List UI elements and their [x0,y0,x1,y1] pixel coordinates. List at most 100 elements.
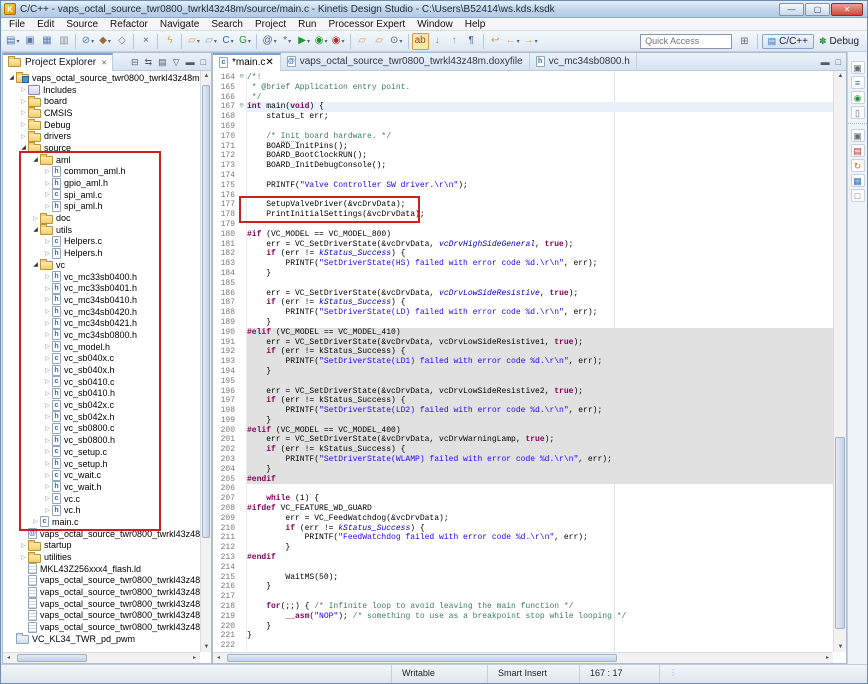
code-line[interactable]: 203 PRINTF("SetDriverState(WLAMP) failed… [213,455,833,465]
toolbar-save-all-button[interactable]: ▦ [38,33,55,50]
tree-item-main-c[interactable]: ▷cmain.c [3,516,200,528]
tree-item-vc-mc34sb0410-h[interactable]: ▷hvc_mc34sb0410.h [3,294,200,306]
code-line[interactable]: 168 status_t err; [213,112,833,122]
menu-edit[interactable]: Edit [31,19,60,30]
expander-icon[interactable]: ◢ [19,144,28,151]
expander-icon[interactable]: ▷ [43,495,52,502]
tree-item-vc-wait-h[interactable]: ▷hvc_wait.h [3,481,200,493]
toolbar-doxygen-button[interactable]: @▾ [260,33,278,50]
code-line[interactable]: 165 * @brief Application entry point. [213,83,833,93]
collapse-all-icon[interactable]: ⊟ [128,57,142,68]
code-line[interactable]: 189 } [213,318,833,328]
toolbar-prev-annotation-button[interactable]: ↑ [446,33,463,50]
code-line[interactable]: 182 if (err != kStatus_Success) { [213,249,833,259]
tree-item-utilities[interactable]: ▷utilities [3,551,200,563]
explorer-horizontal-scrollbar[interactable]: ◂ ▸ [3,652,200,663]
toolbar-back-button[interactable]: ←▾ [504,33,522,50]
menu-source[interactable]: Source [60,19,104,30]
expander-icon[interactable]: ▷ [43,203,52,210]
tree-item-helpers-c[interactable]: ▷cHelpers.c [3,236,200,248]
tree-item-vc-sb0800-c[interactable]: ▷cvc_sb0800.c [3,423,200,435]
tree-item-helpers-h[interactable]: ▷hHelpers.h [3,247,200,259]
toolbar-build-all-button[interactable]: ◇ [113,33,130,50]
maximize-editor-icon[interactable]: □ [833,57,844,67]
expander-icon[interactable]: ▷ [43,437,52,444]
close-icon[interactable]: ✕ [101,59,107,67]
maximize-view-icon[interactable]: □ [198,57,209,67]
expander-icon[interactable]: ▷ [43,378,52,385]
menu-search[interactable]: Search [205,19,249,30]
expander-icon[interactable]: ▷ [43,191,52,198]
code-line[interactable]: 190#elif (VC_MODEL == VC_MODEL_410) [213,328,833,338]
tree-item-vc-sb040x-h[interactable]: ▷hvc_sb040x.h [3,364,200,376]
menu-run[interactable]: Run [292,19,322,30]
toolbar-print-button[interactable]: ▥ [55,33,72,50]
code-line[interactable]: 175 PRINTF("Valve Controller SW driver.\… [213,181,833,191]
code-line[interactable]: 217 [213,592,833,602]
code-line[interactable]: 202 if (err != kStatus_Success) { [213,445,833,455]
tree-item-vc-sb0800-h[interactable]: ▷hvc_sb0800.h [3,434,200,446]
code-line[interactable]: 219 __asm("NOP"); /* something to use as… [213,612,833,622]
dropdown-arrow-icon[interactable]: ▾ [108,38,111,45]
tree-item-vc-sb042x-h[interactable]: ▷hvc_sb042x.h [3,411,200,423]
tree-item-vaps-octal-source-twr0800-twrkl43z48[interactable]: @vaps_octal_source_twr0800_twrkl43z48 [3,528,200,540]
tree-item-debug[interactable]: ▷Debug [3,119,200,131]
code-line[interactable]: 164⊖/*! [213,73,833,83]
code-line[interactable]: 185 [213,279,833,289]
close-button[interactable]: ✕ [831,3,863,16]
code-line[interactable]: 180#if (VC_MODEL == VC_MODEL_800) [213,230,833,240]
dropdown-arrow-icon[interactable]: ▾ [197,38,200,45]
tree-item-vc-c[interactable]: ▷cvc.c [3,493,200,505]
documents-view-icon[interactable]: ▯ [851,106,865,119]
tree-item-vc-mc34sb0800-h[interactable]: ▷hvc_mc34sb0800.h [3,329,200,341]
tab-project-explorer[interactable]: Project Explorer ✕ [3,53,113,71]
code-line[interactable]: 216 } [213,582,833,592]
editor-vertical-scrollbar[interactable]: ▲ ▼ [833,71,846,652]
code-line[interactable]: 188 PRINTF("SetDriverState(LD) failed wi… [213,308,833,318]
code-line[interactable]: 191 err = VC_SetDriverState(&vcDrvData, … [213,338,833,348]
expander-icon[interactable]: ▷ [31,215,40,222]
problems-view-icon[interactable]: ▤ [851,144,865,157]
expander-icon[interactable]: ▷ [43,402,52,409]
tree-item-vc-kl34-twr-pd-pwm[interactable]: VC_KL34_TWR_pd_pwm [3,633,200,645]
code-line[interactable]: 197 if (err != kStatus_Success) { [213,396,833,406]
dropdown-arrow-icon[interactable]: ▾ [517,38,520,45]
expander-icon[interactable]: ▷ [31,518,40,525]
expander-icon[interactable]: ▷ [43,483,52,490]
code-line[interactable]: 186 err = VC_SetDriverState(&vcDrvData, … [213,289,833,299]
expander-icon[interactable]: ▷ [43,238,52,245]
expander-icon[interactable]: ▷ [43,472,52,479]
code-line[interactable]: 213#endif [213,553,833,563]
dropdown-arrow-icon[interactable]: ▾ [288,38,291,45]
code-line[interactable]: 172 BOARD_BootClockRUN(); [213,151,833,161]
tree-item-vc-sb040x-c[interactable]: ▷cvc_sb040x.c [3,353,200,365]
toolbar-search-button[interactable]: ⊙▾ [388,33,405,50]
toolbar-last-edit-location-button[interactable]: ↩ [487,33,504,50]
explorer-vertical-scrollbar[interactable]: ▲ ▼ [200,71,211,652]
toolbar-next-annotation-button[interactable]: ↓ [429,33,446,50]
minimize-editor-icon[interactable]: ▬ [818,57,833,67]
expander-icon[interactable]: ▷ [19,109,28,116]
dropdown-arrow-icon[interactable]: ▾ [248,38,251,45]
tree-item-common-aml-h[interactable]: ▷hcommon_aml.h [3,166,200,178]
dropdown-arrow-icon[interactable]: ▾ [214,38,217,45]
expander-icon[interactable]: ▷ [19,98,28,105]
toolbar-mark-occurrences-button[interactable]: ab [412,33,429,50]
dropdown-arrow-icon[interactable]: ▾ [342,38,345,45]
expander-icon[interactable]: ▷ [19,554,28,561]
toolbar-open-resource-button[interactable]: ▱ [371,33,388,50]
tree-item-vaps-octal-source-twr0800-twrkl43z48m[interactable]: vaps_octal_source_twr0800_twrkl43z48m_ [3,621,200,633]
code-line[interactable]: 212 } [213,543,833,553]
maximize-button[interactable]: ▢ [805,3,830,16]
tree-item-vaps-octal-source-twr0800-twrkl43z48m[interactable]: vaps_octal_source_twr0800_twrkl43z48m_ [3,586,200,598]
toolbar-debug-button[interactable]: ◉▾ [313,33,330,50]
dropdown-arrow-icon[interactable]: ▾ [535,38,538,45]
code-line[interactable]: 166 */ [213,93,833,103]
expander-icon[interactable]: ▷ [19,542,28,549]
toolbar-profile-button[interactable]: ◉▾ [330,33,347,50]
menu-file[interactable]: File [3,19,31,30]
toolbar-external-tools-button[interactable]: *▾ [279,33,296,50]
code-line[interactable]: 184 } [213,269,833,279]
tasks-view-icon[interactable]: ↻ [851,159,865,172]
expander-icon[interactable]: ▷ [43,413,52,420]
